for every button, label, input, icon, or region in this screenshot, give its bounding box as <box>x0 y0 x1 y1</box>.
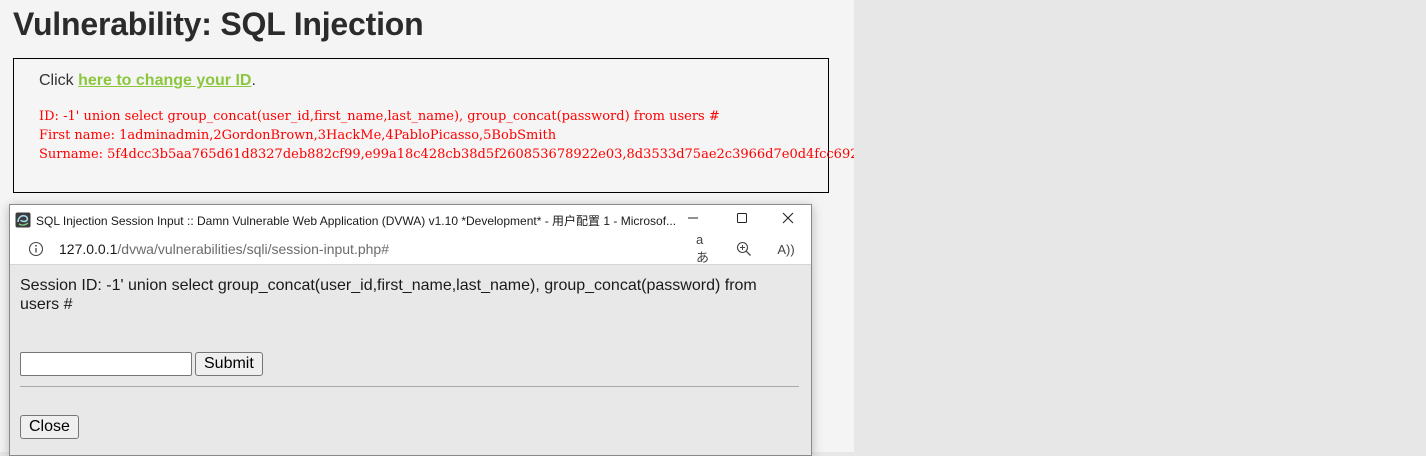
result-first-name-line: First name: 1adminadmin,2GordonBrown,3Ha… <box>39 128 557 143</box>
maximize-icon <box>736 211 748 229</box>
session-id-input[interactable] <box>20 352 192 376</box>
edge-logo-icon <box>15 212 31 228</box>
url-path: /dvwa/vulnerabilities/sqli/session-input… <box>117 241 389 257</box>
session-id-text: Session ID: -1' union select group_conca… <box>20 277 757 313</box>
change-id-line: Click here to change your ID. <box>39 72 256 90</box>
submit-button[interactable]: Submit <box>195 352 263 376</box>
popup-content: Session ID: -1' union select group_conca… <box>10 265 811 455</box>
change-id-link[interactable]: here to change your ID <box>78 72 251 89</box>
maximize-button[interactable] <box>719 205 765 234</box>
vulnerable-code-area: Click here to change your ID. ID: -1' un… <box>13 58 1401 193</box>
window-close-button[interactable] <box>765 205 811 234</box>
url-host: 127.0.0.1 <box>59 241 118 257</box>
click-prefix: Click <box>39 72 79 89</box>
address-bar[interactable]: 127.0.0.1/dvwa/vulnerabilities/sqli/sess… <box>10 232 811 265</box>
minimize-icon <box>687 211 699 229</box>
desktop-background <box>854 0 1426 452</box>
read-aloud-icon[interactable]: A)) <box>776 240 796 258</box>
info-icon[interactable] <box>28 241 44 257</box>
translate-icon[interactable]: aあ <box>696 232 716 265</box>
popup-window-title: SQL Injection Session Input :: Damn Vuln… <box>36 214 676 228</box>
close-button[interactable]: Close <box>20 415 79 439</box>
session-input-popup-window: SQL Injection Session Input :: Damn Vuln… <box>9 204 812 456</box>
page-title: Vulnerability: SQL Injection <box>13 6 424 42</box>
click-suffix: . <box>251 72 256 89</box>
result-id-line: ID: -1' union select group_concat(user_i… <box>39 109 720 124</box>
popup-titlebar[interactable]: SQL Injection Session Input :: Damn Vuln… <box>10 205 811 234</box>
divider <box>20 386 799 387</box>
zoom-icon[interactable] <box>734 240 754 258</box>
minimize-button[interactable] <box>670 205 716 234</box>
close-icon <box>782 211 794 229</box>
url-text[interactable]: 127.0.0.1/dvwa/vulnerabilities/sqli/sess… <box>59 241 389 257</box>
